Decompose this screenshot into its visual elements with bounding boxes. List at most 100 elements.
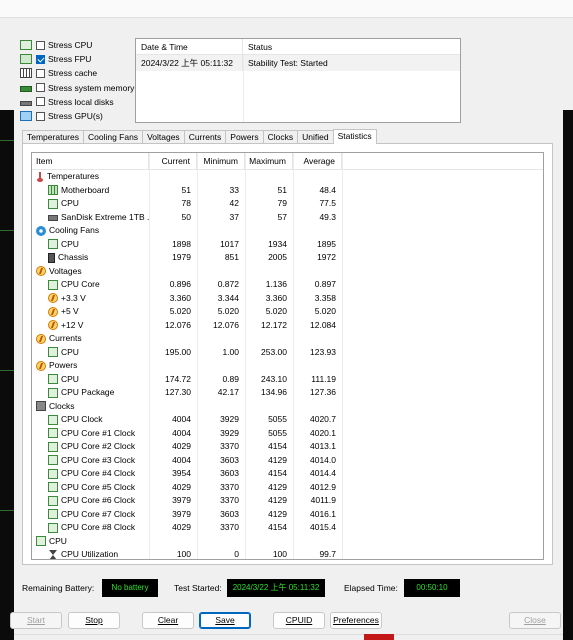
stress-option[interactable]: Stress CPU [20,38,135,52]
hourglass-icon [48,549,58,559]
table-row[interactable]: CPU Core #3 Clock 4004 3603 4129 4014.0 [32,454,543,468]
table-row[interactable]: Motherboard 51 33 51 48.4 [32,184,543,198]
voltage-icon [48,320,58,331]
table-group-row[interactable]: Powers [32,359,543,373]
checkbox[interactable] [36,97,45,107]
table-row[interactable]: CPU 78 42 79 77.5 [32,197,543,211]
table-row[interactable]: CPU Core #4 Clock 3954 3603 4154 4014.4 [32,467,543,481]
elapsed-time-value: 00:50:10 [404,579,460,597]
row-item: +5 V [32,305,149,319]
tab-temperatures[interactable]: Temperatures [22,130,84,144]
stress-options: Stress CPU Stress FPU Stress cache Stress s… [20,38,135,123]
row-current [149,400,197,414]
table-row[interactable]: SanDisk Extreme 1TB ... 50 37 57 49.3 [32,211,543,225]
table-row[interactable]: CPU Core #6 Clock 3979 3370 4129 4011.9 [32,494,543,508]
row-average: 12.084 [310,319,336,330]
log-col-status[interactable]: Status [243,39,272,54]
table-row[interactable]: CPU Clock 4004 3929 5055 4020.7 [32,413,543,427]
row-minimum: 3603 [220,508,239,519]
row-item: Chassis [32,251,149,265]
tab-statistics[interactable]: Statistics [332,129,377,144]
tab-currents[interactable]: Currents [183,130,227,144]
col-current[interactable]: Current [149,153,197,169]
row-maximum: 4129 [268,508,287,519]
cpu-icon [48,482,58,493]
table-group-row[interactable]: Cooling Fans [32,224,543,238]
statistics-table[interactable]: Item Current Minimum Maximum Average Tem… [31,152,544,560]
tab-powers[interactable]: Powers [225,130,264,144]
cpuid-button[interactable]: CPUID [273,612,325,629]
table-row[interactable]: CPU Core 0.896 0.872 1.136 0.897 [32,278,543,292]
row-item: Currents [32,332,149,346]
save-button[interactable]: Save [199,612,251,629]
stress-option[interactable]: Stress cache [20,66,135,80]
row-maximum: 253.00 [261,346,287,357]
table-row[interactable]: CPU 1898 1017 1934 1895 [32,238,543,252]
stop-button[interactable]: Stop [68,612,120,629]
stress-option[interactable]: Stress local disks [20,95,135,109]
table-row[interactable]: Chassis 1979 851 2005 1972 [32,251,543,265]
row-item: CPU Package [32,386,149,400]
row-current: 174.72 [165,373,191,384]
col-item[interactable]: Item [32,153,149,169]
table-row[interactable]: CPU 195.00 1.00 253.00 123.93 [32,346,543,360]
close-button[interactable]: Close [509,612,561,629]
log-col-datetime[interactable]: Date & Time [136,39,243,54]
table-row[interactable]: CPU Package 127.30 42.17 134.96 127.36 [32,386,543,400]
checkbox[interactable] [36,54,45,64]
log-row[interactable]: 2024/3/22 上午 05:11:32 Stability Test: St… [136,55,460,71]
tab-cooling-fans[interactable]: Cooling Fans [82,130,144,144]
table-group-row[interactable]: Clocks [32,400,543,414]
row-label: CPU Core #5 Clock [61,481,136,492]
start-button[interactable]: Start [10,612,62,629]
checkbox[interactable] [36,68,45,78]
col-minimum[interactable]: Minimum [197,153,245,169]
table-row[interactable]: CPU Utilization 100 0 100 99.7 [32,548,543,559]
table-group-row[interactable]: Temperatures [32,170,543,184]
checkbox[interactable] [36,40,45,50]
tab-clocks[interactable]: Clocks [262,130,299,144]
voltage-icon [48,293,58,304]
col-maximum[interactable]: Maximum [245,153,293,169]
row-minimum: 5.020 [217,306,239,316]
table-group-row[interactable]: CPU [32,535,543,549]
table-row[interactable]: CPU Core #2 Clock 4029 3370 4154 4013.1 [32,440,543,454]
row-label: CPU [61,346,79,357]
table-row[interactable]: CPU Core #7 Clock 3979 3603 4129 4016.1 [32,508,543,522]
table-row[interactable]: +5 V 5.020 5.020 5.020 5.020 [32,305,543,319]
row-label: CPU Clock [61,414,103,424]
table-row[interactable]: +3.3 V 3.360 3.344 3.360 3.358 [32,292,543,306]
row-current: 3979 [172,495,191,505]
table-row[interactable]: CPU Core #1 Clock 4004 3929 5055 4020.1 [32,427,543,441]
row-maximum: 100 [272,549,287,559]
stress-option[interactable]: Stress GPU(s) [20,109,135,123]
row-current: 1898 [172,238,191,249]
checkbox[interactable] [36,83,45,93]
tab-voltages[interactable]: Voltages [142,130,185,144]
event-log[interactable]: Date & Time Status 2024/3/22 上午 05:11:32… [135,38,461,123]
stress-option[interactable]: Stress system memory [20,81,135,95]
row-minimum [197,359,245,373]
table-row[interactable]: CPU Core #5 Clock 4029 3370 4129 4012.9 [32,481,543,495]
row-average [293,265,342,279]
col-average[interactable]: Average [293,153,342,169]
motherboard-icon [48,185,58,196]
row-item: +3.3 V [32,292,149,306]
clear-button[interactable]: Clear [142,612,194,629]
clock-icon [36,401,46,412]
row-item: +12 V [32,319,149,333]
row-minimum: 3370 [220,441,239,451]
stress-option[interactable]: Stress FPU [20,52,135,66]
row-maximum: 243.10 [261,373,287,384]
checkbox[interactable] [36,111,45,121]
table-row[interactable]: CPU Core #8 Clock 4029 3370 4154 4015.4 [32,521,543,535]
row-item: CPU [32,535,149,549]
table-row[interactable]: +12 V 12.076 12.076 12.172 12.084 [32,319,543,333]
table-group-row[interactable]: Voltages [32,265,543,279]
tab-unified[interactable]: Unified [297,130,334,144]
row-current: 51 [181,184,191,195]
preferences-button[interactable]: Preferences [330,612,382,629]
row-item: CPU Core #6 Clock [32,494,149,508]
table-row[interactable]: CPU 174.72 0.89 243.10 111.19 [32,373,543,387]
table-group-row[interactable]: Currents [32,332,543,346]
